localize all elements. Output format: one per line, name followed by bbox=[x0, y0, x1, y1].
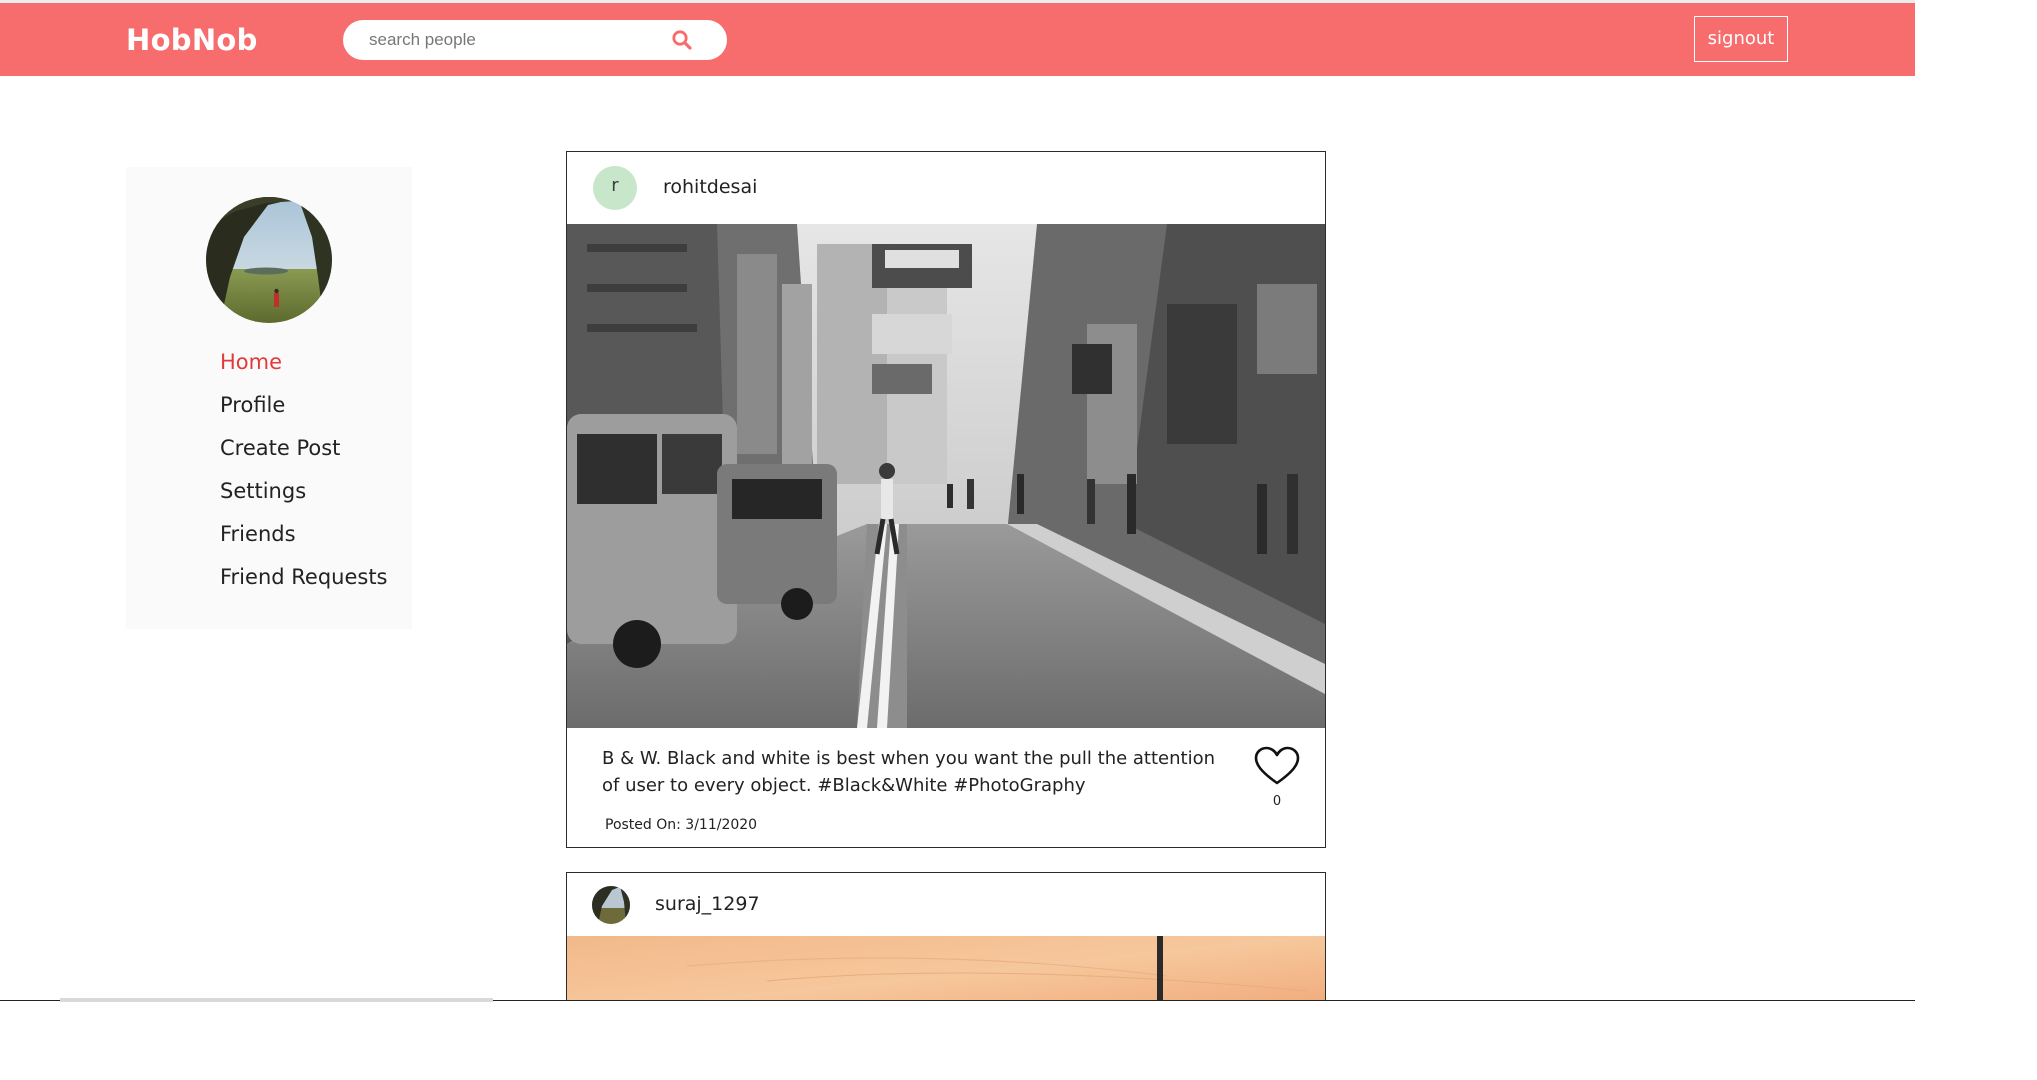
like-count: 0 bbox=[1272, 794, 1282, 809]
post-date: Posted On: 3/11/2020 bbox=[605, 817, 758, 833]
search-box bbox=[343, 20, 727, 60]
post-caption: B & W. Black and white is best when you … bbox=[602, 748, 1216, 796]
post-header: r rohitdesai bbox=[567, 152, 1325, 224]
sidebar-item-friend-requests[interactable]: Friend Requests bbox=[220, 562, 388, 605]
user-avatar[interactable]: r bbox=[593, 166, 637, 210]
post-card: suraj_1297 bbox=[566, 872, 1326, 1012]
user-avatar[interactable] bbox=[592, 886, 630, 924]
post-username[interactable]: suraj_1297 bbox=[655, 893, 760, 915]
post-card: r rohitdesai B & W. Black and white is b… bbox=[566, 151, 1326, 848]
page-footer-area bbox=[0, 1001, 2037, 1080]
horizontal-scrollbar-thumb[interactable] bbox=[60, 998, 493, 1002]
top-navbar: HobNob signout bbox=[0, 0, 1915, 76]
sidebar-nav: Home Profile Create Post Settings Friend… bbox=[220, 347, 388, 605]
sidebar-item-create-post[interactable]: Create Post bbox=[220, 433, 388, 476]
search-input[interactable] bbox=[369, 20, 659, 60]
sidebar-item-home[interactable]: Home bbox=[220, 347, 388, 390]
app-logo[interactable]: HobNob bbox=[126, 23, 258, 57]
post-header: suraj_1297 bbox=[567, 873, 1325, 945]
heart-outline-icon[interactable] bbox=[1254, 746, 1300, 786]
sidebar-item-profile[interactable]: Profile bbox=[220, 390, 388, 433]
search-icon[interactable] bbox=[670, 28, 694, 52]
post-image[interactable] bbox=[567, 224, 1325, 728]
sidebar-item-settings[interactable]: Settings bbox=[220, 476, 388, 519]
sidebar: Home Profile Create Post Settings Friend… bbox=[126, 167, 412, 629]
signout-button[interactable]: signout bbox=[1694, 16, 1788, 62]
profile-avatar[interactable] bbox=[206, 197, 332, 323]
app-page: HobNob signout bbox=[0, 0, 2037, 1080]
post-username[interactable]: rohitdesai bbox=[663, 176, 757, 198]
sidebar-item-friends[interactable]: Friends bbox=[220, 519, 388, 562]
